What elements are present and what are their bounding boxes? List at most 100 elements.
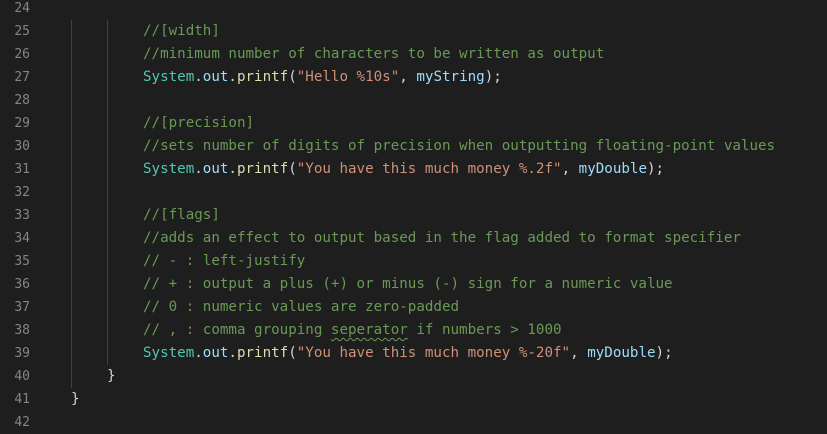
code-line[interactable]: 27 System.out.printf("Hello %10s", myStri… bbox=[0, 66, 827, 89]
code-token: out bbox=[202, 161, 229, 177]
code-token: ); bbox=[655, 345, 673, 361]
indent-guide bbox=[107, 273, 108, 296]
code-token: printf bbox=[236, 69, 289, 85]
code-token: //[precision] bbox=[143, 115, 255, 131]
code-text: } bbox=[107, 365, 116, 388]
line-number: 37 bbox=[14, 300, 30, 315]
code-token: , bbox=[399, 69, 417, 85]
code-text: System.out.printf("You have this much mo… bbox=[143, 158, 664, 181]
indent-guide bbox=[107, 250, 108, 273]
line-number: 36 bbox=[14, 277, 30, 292]
code-token: System bbox=[143, 345, 195, 361]
code-line[interactable]: 26 //minimum number of characters to be w… bbox=[0, 43, 827, 66]
line-number: 33 bbox=[14, 208, 30, 223]
line-number: 32 bbox=[14, 185, 30, 200]
code-line[interactable]: 39 System.out.printf("You have this much … bbox=[0, 342, 827, 365]
code-token: "You have this much money %-20f" bbox=[296, 345, 571, 361]
code-token: //minimum number of characters to be wri… bbox=[143, 46, 605, 62]
line-number: 35 bbox=[14, 254, 30, 269]
indent-guide bbox=[71, 89, 72, 112]
indent-guide bbox=[71, 319, 72, 342]
line-number: 41 bbox=[14, 392, 30, 407]
code-token: ); bbox=[647, 161, 665, 177]
indent-guide bbox=[107, 112, 108, 135]
indent-guide bbox=[71, 43, 72, 66]
line-number: 27 bbox=[14, 70, 30, 85]
indent-guide bbox=[107, 66, 108, 89]
indent-guide bbox=[107, 204, 108, 227]
indent-guide bbox=[107, 342, 108, 365]
indent-guide bbox=[71, 273, 72, 296]
indent-guide bbox=[71, 112, 72, 135]
indent-guide bbox=[71, 250, 72, 273]
code-line[interactable]: 33 //[flags] bbox=[0, 204, 827, 227]
code-line[interactable]: 36 // + : output a plus (+) or minus (-) … bbox=[0, 273, 827, 296]
code-line[interactable]: 37 // 0 : numeric values are zero-padded bbox=[0, 296, 827, 319]
line-number: 30 bbox=[14, 139, 30, 154]
code-token: // 0 : numeric values are zero-padded bbox=[143, 299, 460, 315]
code-token: "Hello %10s" bbox=[296, 69, 400, 85]
code-line[interactable]: 30 //sets number of digits of precision w… bbox=[0, 135, 827, 158]
code-text: System.out.printf("You have this much mo… bbox=[143, 342, 673, 365]
code-token: , bbox=[570, 345, 588, 361]
code-token: . bbox=[228, 161, 237, 177]
code-line[interactable]: 25 //[width] bbox=[0, 20, 827, 43]
code-token: . bbox=[194, 69, 203, 85]
code-token: //[width] bbox=[143, 23, 220, 39]
code-line[interactable]: 38 // , : comma grouping seperator if num… bbox=[0, 319, 827, 342]
indent-guide bbox=[71, 227, 72, 250]
code-token: , bbox=[561, 161, 579, 177]
code-token: // + : output a plus (+) or minus (-) si… bbox=[143, 276, 673, 292]
indent-guide bbox=[71, 158, 72, 181]
code-token: //adds an effect to output based in the … bbox=[143, 230, 741, 246]
code-line[interactable]: 34 //adds an effect to output based in th… bbox=[0, 227, 827, 250]
line-number: 24 bbox=[14, 1, 30, 16]
indent-guide bbox=[71, 365, 72, 388]
line-number: 38 bbox=[14, 323, 30, 338]
indent-guide bbox=[107, 43, 108, 66]
line-number: 25 bbox=[14, 24, 30, 39]
code-token: ( bbox=[288, 345, 297, 361]
spelling-warning-token: seperator bbox=[330, 322, 408, 338]
code-token: } bbox=[107, 368, 116, 384]
code-token: myDouble bbox=[578, 161, 647, 177]
code-line[interactable]: 40} bbox=[0, 365, 827, 388]
code-line[interactable]: 28 bbox=[0, 89, 827, 112]
code-line[interactable]: 41} bbox=[0, 388, 827, 411]
code-token: out bbox=[202, 69, 229, 85]
code-token: . bbox=[194, 345, 203, 361]
indent-guide bbox=[107, 319, 108, 342]
code-line[interactable]: 42 bbox=[0, 411, 827, 434]
code-text: } bbox=[71, 388, 80, 411]
code-token: ); bbox=[484, 69, 502, 85]
indent-guide bbox=[71, 204, 72, 227]
line-number: 40 bbox=[14, 369, 30, 384]
code-text: //sets number of digits of precision whe… bbox=[143, 135, 775, 158]
indent-guide bbox=[71, 342, 72, 365]
code-token: ( bbox=[288, 161, 297, 177]
code-token: myDouble bbox=[587, 345, 656, 361]
indent-guide bbox=[71, 296, 72, 319]
code-token: if numbers > 1000 bbox=[407, 322, 562, 338]
code-line[interactable]: 31 System.out.printf("You have this much … bbox=[0, 158, 827, 181]
code-line[interactable]: 35 // - : left-justify bbox=[0, 250, 827, 273]
indent-guide bbox=[71, 20, 72, 43]
code-token: // , : comma grouping bbox=[143, 322, 331, 338]
line-number: 28 bbox=[14, 93, 30, 108]
code-token: ( bbox=[288, 69, 297, 85]
line-number: 26 bbox=[14, 47, 30, 62]
code-token: . bbox=[228, 345, 237, 361]
code-token: System bbox=[143, 69, 195, 85]
code-token: // - : left-justify bbox=[143, 253, 306, 269]
line-number: 31 bbox=[14, 162, 30, 177]
code-line[interactable]: 24 bbox=[0, 0, 827, 20]
indent-guide bbox=[107, 135, 108, 158]
code-token: //sets number of digits of precision whe… bbox=[143, 138, 776, 154]
code-text: // - : left-justify bbox=[143, 250, 305, 273]
indent-guide bbox=[107, 181, 108, 204]
code-token: . bbox=[228, 69, 237, 85]
code-token: out bbox=[202, 345, 229, 361]
code-line[interactable]: 32 bbox=[0, 181, 827, 204]
code-editor[interactable]: 24 25 //[width] 26 //minimum number of chara… bbox=[0, 0, 827, 434]
code-line[interactable]: 29 //[precision] bbox=[0, 112, 827, 135]
